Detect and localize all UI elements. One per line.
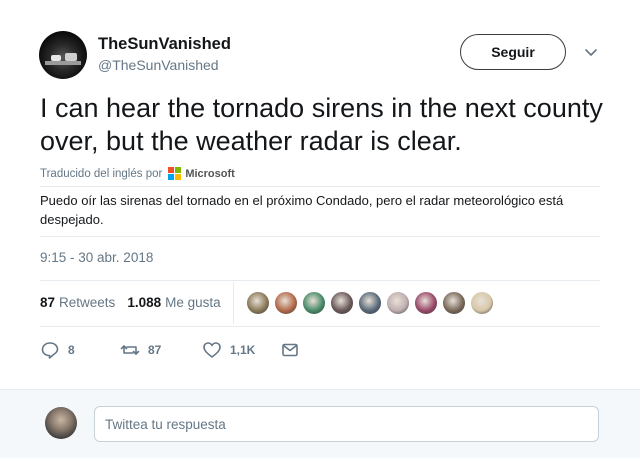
user-avatar[interactable] [39,31,87,79]
translated-text: Puedo oír las sirenas del tornado en el … [40,193,564,227]
ms-red-square [168,167,175,173]
translation-divider [40,186,600,187]
likes-label[interactable]: Me gusta [165,295,221,310]
direct-message-action[interactable] [280,340,300,360]
chevron-down-icon[interactable] [583,44,599,60]
tweet-header: TheSunVanished @TheSunVanished Seguir [0,0,640,90]
tweet-actions: 8 87 1,1K [40,340,320,362]
ms-yellow-square [175,174,182,180]
translated-by-label: Traducido del inglés por [40,167,163,180]
liker-avatar[interactable] [358,291,382,315]
liker-avatar[interactable] [302,291,326,315]
liker-avatar[interactable] [470,291,494,315]
stats-top-divider [40,280,600,281]
like-action[interactable]: 1,1K [202,340,255,360]
stats-separator [233,282,234,324]
timestamp-divider [40,236,600,237]
microsoft-logo-icon [168,167,182,180]
liker-avatar[interactable] [246,291,270,315]
stats-bottom-divider [40,326,600,327]
reply-input[interactable] [94,406,599,442]
user-handle[interactable]: @TheSunVanished [98,57,219,73]
retweet-action[interactable]: 87 [120,340,161,360]
translator-name: Microsoft [185,167,235,180]
tweet-timestamp[interactable]: 9:15 - 30 abr. 2018 [40,250,153,265]
envelope-icon [282,343,298,357]
follow-button[interactable]: Seguir [460,34,566,70]
ms-green-square [175,167,182,173]
liker-avatars [246,291,494,315]
current-user-avatar[interactable] [45,407,77,439]
heart-icon [203,342,221,358]
like-count: 1,1K [230,343,256,357]
liker-avatar[interactable] [330,291,354,315]
retweets-count[interactable]: 87 [40,295,55,310]
reply-composer [0,389,640,458]
retweet-count: 87 [148,343,162,357]
retweets-label[interactable]: Retweets [59,295,115,310]
liker-avatar[interactable] [442,291,466,315]
reply-action[interactable]: 8 [40,340,75,360]
display-name[interactable]: TheSunVanished [98,35,231,54]
ms-blue-square [168,174,175,180]
liker-avatar[interactable] [386,291,410,315]
tweet-stats: 87 Retweets 1.088 Me gusta [40,295,233,310]
reply-count: 8 [68,343,75,357]
reply-icon [41,342,59,359]
retweet-icon [120,345,140,355]
likes-count[interactable]: 1.088 [127,295,161,310]
liker-avatar[interactable] [414,291,438,315]
tweet-text: I can hear the tornado sirens in the nex… [40,93,603,156]
translation-attribution: Traducido del inglés por Microsoft [40,167,235,180]
liker-avatar[interactable] [274,291,298,315]
